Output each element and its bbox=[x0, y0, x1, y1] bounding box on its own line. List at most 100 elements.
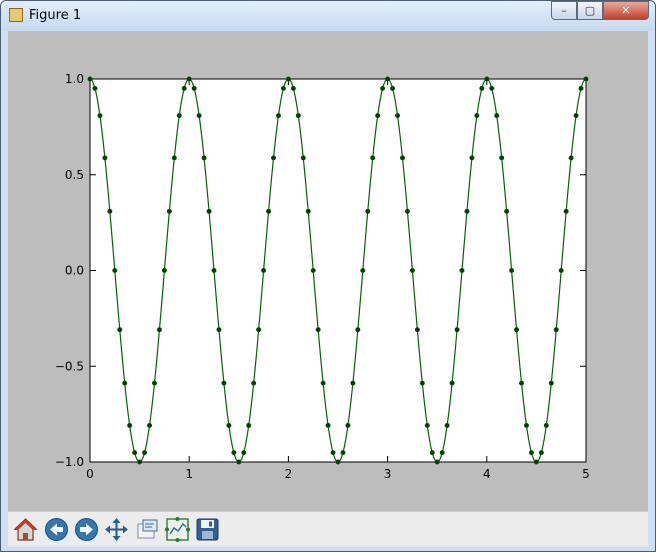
x-tick-label: 3 bbox=[384, 467, 392, 481]
data-point-marker bbox=[519, 380, 525, 386]
data-point-marker bbox=[479, 85, 485, 91]
data-point-marker bbox=[365, 208, 371, 214]
data-point-marker bbox=[360, 268, 366, 274]
data-point-marker bbox=[583, 76, 589, 82]
x-tick-label: 1 bbox=[185, 467, 193, 481]
y-tick-label: 1.0 bbox=[65, 72, 84, 86]
navigation-toolbar bbox=[8, 511, 648, 546]
data-point-marker bbox=[429, 450, 435, 456]
y-tick-label: 0.5 bbox=[65, 168, 84, 182]
data-point-marker bbox=[87, 76, 93, 82]
data-point-marker bbox=[563, 208, 569, 214]
data-point-marker bbox=[355, 327, 361, 333]
data-point-marker bbox=[459, 268, 465, 274]
data-point-marker bbox=[444, 422, 450, 428]
back-arrow-icon bbox=[45, 518, 68, 541]
data-point-marker bbox=[102, 155, 108, 161]
data-point-marker bbox=[424, 422, 430, 428]
data-point-marker bbox=[305, 208, 311, 214]
data-point-marker bbox=[300, 155, 306, 161]
back-button[interactable] bbox=[43, 516, 70, 543]
data-point-marker bbox=[414, 327, 420, 333]
data-point-marker bbox=[290, 85, 296, 91]
data-point-marker bbox=[280, 85, 286, 91]
data-point-marker bbox=[275, 113, 281, 119]
x-tick-label: 0 bbox=[86, 467, 94, 481]
data-point-marker bbox=[176, 113, 182, 119]
data-point-marker bbox=[196, 113, 202, 119]
data-point-marker bbox=[246, 422, 252, 428]
data-point-marker bbox=[489, 85, 495, 91]
data-point-marker bbox=[439, 450, 445, 456]
data-point-marker bbox=[474, 113, 480, 119]
data-point-marker bbox=[206, 208, 212, 214]
data-point-marker bbox=[161, 268, 167, 274]
data-point-marker bbox=[241, 450, 247, 456]
forward-button[interactable] bbox=[73, 516, 100, 543]
data-point-marker bbox=[226, 422, 232, 428]
move-icon bbox=[105, 518, 128, 541]
data-point-marker bbox=[320, 380, 326, 386]
data-point-marker bbox=[156, 327, 162, 333]
data-point-marker bbox=[171, 155, 177, 161]
data-point-marker bbox=[558, 268, 564, 274]
data-point-marker bbox=[568, 155, 574, 161]
data-point-marker bbox=[340, 450, 346, 456]
data-point-marker bbox=[380, 85, 386, 91]
y-tick-label: 0.0 bbox=[65, 264, 84, 278]
data-point-marker bbox=[216, 327, 222, 333]
title-bar[interactable]: Figure 1 – ▢ ✕ bbox=[1, 1, 655, 31]
data-point-marker bbox=[464, 208, 470, 214]
save-icon bbox=[196, 518, 219, 541]
data-point-marker bbox=[295, 113, 301, 119]
maximize-button[interactable]: ▢ bbox=[577, 1, 603, 20]
data-point-marker bbox=[315, 327, 321, 333]
data-point-marker bbox=[543, 422, 549, 428]
data-point-marker bbox=[538, 450, 544, 456]
data-point-marker bbox=[335, 459, 341, 465]
close-button[interactable]: ✕ bbox=[603, 1, 649, 20]
data-point-marker bbox=[484, 76, 490, 82]
data-point-marker bbox=[266, 208, 272, 214]
data-point-marker bbox=[409, 268, 415, 274]
data-point-marker bbox=[375, 113, 381, 119]
save-button[interactable] bbox=[194, 516, 221, 543]
data-point-marker bbox=[285, 76, 291, 82]
subplots-button[interactable] bbox=[164, 516, 191, 543]
minimize-button[interactable]: – bbox=[551, 1, 577, 20]
data-point-marker bbox=[514, 327, 520, 333]
data-point-marker bbox=[166, 208, 172, 214]
data-point-marker bbox=[231, 450, 237, 456]
figure-canvas[interactable]: 0 1 2 3 4 5 1.0 0.5 0.0 −0.5 −1.0 bbox=[8, 31, 648, 546]
data-point-marker bbox=[523, 422, 529, 428]
data-point-marker bbox=[469, 155, 475, 161]
x-tick-label: 4 bbox=[483, 467, 491, 481]
forward-arrow-icon bbox=[75, 518, 98, 541]
matplotlib-app-icon bbox=[9, 8, 23, 22]
data-point-marker bbox=[504, 208, 510, 214]
data-point-marker bbox=[122, 380, 128, 386]
data-point-marker bbox=[251, 380, 257, 386]
data-point-marker bbox=[399, 155, 405, 161]
data-point-marker bbox=[434, 459, 440, 465]
configure-subplots-icon bbox=[165, 517, 190, 542]
data-point-marker bbox=[553, 327, 559, 333]
close-icon: ✕ bbox=[621, 4, 631, 17]
data-point-marker bbox=[261, 268, 267, 274]
data-point-marker bbox=[236, 459, 242, 465]
home-button[interactable] bbox=[12, 516, 39, 543]
data-point-marker bbox=[404, 208, 410, 214]
home-icon bbox=[13, 518, 38, 541]
y-tick-label: −0.5 bbox=[55, 359, 84, 373]
zoom-button[interactable] bbox=[134, 516, 161, 543]
minimize-icon: – bbox=[561, 4, 567, 17]
data-point-marker bbox=[112, 268, 118, 274]
window-title: Figure 1 bbox=[29, 8, 82, 23]
plot-svg: 0 1 2 3 4 5 1.0 0.5 0.0 −0.5 −1.0 bbox=[55, 72, 590, 481]
data-point-marker bbox=[107, 208, 113, 214]
data-point-marker bbox=[271, 155, 277, 161]
data-point-marker bbox=[191, 85, 197, 91]
figure-window: Figure 1 – ▢ ✕ 0 1 2 3 4 5 1.0 0.5 0.0 −0.5 −1.0 bbox=[0, 0, 656, 552]
pan-button[interactable] bbox=[103, 516, 130, 543]
x-tick-label: 5 bbox=[582, 467, 590, 481]
